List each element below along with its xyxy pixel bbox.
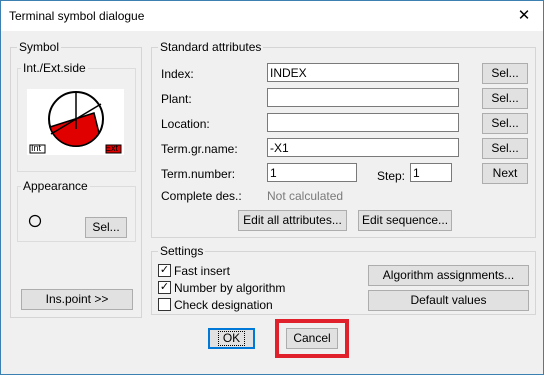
ins-point-button[interactable]: Ins.point >> <box>21 289 133 310</box>
appearance-circle-icon <box>28 214 42 228</box>
term-group-field[interactable]: -X1 <box>267 138 459 157</box>
appearance-sel-button[interactable]: Sel... <box>85 217 127 238</box>
edit-all-attributes-button[interactable]: Edit all attributes... <box>238 210 347 231</box>
side-subgroup: Int./Ext.side Int Ext <box>17 61 136 172</box>
index-sel-button[interactable]: Sel... <box>482 63 528 84</box>
standard-attributes-label: Standard attributes <box>158 40 264 54</box>
standard-attributes-group: Standard attributes Index: INDEX Sel... … <box>151 40 536 238</box>
plant-sel-button[interactable]: Sel... <box>482 88 528 109</box>
appearance-label: Appearance <box>21 179 90 193</box>
settings-group: Settings ✓ Fast insert ✓ Number by algor… <box>151 244 536 315</box>
term-group-sel-button[interactable]: Sel... <box>482 138 528 159</box>
settings-label: Settings <box>158 244 206 258</box>
symbol-group: Symbol Int./Ext.side Int Ext Appearance … <box>10 40 142 318</box>
dialog-window: Terminal symbol dialogue ✕ Symbol Int./E… <box>0 0 544 375</box>
check-designation-label: Check designation <box>174 298 273 312</box>
close-icon[interactable]: ✕ <box>511 4 537 28</box>
appearance-subgroup: Appearance Sel... <box>17 179 136 242</box>
location-label: Location: <box>161 117 210 131</box>
term-group-label: Term.gr.name: <box>161 142 238 156</box>
int-label: Int <box>31 143 42 153</box>
check-designation-checkbox[interactable] <box>158 298 171 311</box>
index-label: Index: <box>161 67 194 81</box>
default-values-button[interactable]: Default values <box>368 290 529 311</box>
next-button[interactable]: Next <box>482 163 528 184</box>
fast-insert-label: Fast insert <box>174 264 231 278</box>
algorithm-assignments-button[interactable]: Algorithm assignments... <box>368 265 529 286</box>
side-label: Int./Ext.side <box>21 61 88 75</box>
plant-field[interactable] <box>267 88 459 107</box>
number-by-algorithm-label: Number by algorithm <box>174 281 286 295</box>
term-number-field[interactable]: 1 <box>267 163 357 182</box>
step-field[interactable]: 1 <box>410 163 452 182</box>
index-field[interactable]: INDEX <box>267 63 459 82</box>
cancel-highlight-box <box>275 319 349 358</box>
window-title: Terminal symbol dialogue <box>9 9 145 23</box>
complete-des-value: Not calculated <box>267 189 344 203</box>
number-by-algorithm-checkbox[interactable]: ✓ <box>158 281 171 294</box>
fast-insert-checkbox[interactable]: ✓ <box>158 264 171 277</box>
edit-sequence-button[interactable]: Edit sequence... <box>358 210 452 231</box>
complete-des-label: Complete des.: <box>161 189 242 203</box>
plant-label: Plant: <box>161 92 192 106</box>
step-label: Step: <box>377 169 406 183</box>
term-number-label: Term.number: <box>161 167 236 181</box>
location-sel-button[interactable]: Sel... <box>482 113 528 134</box>
location-field[interactable] <box>267 113 459 132</box>
ext-label: Ext <box>105 143 119 153</box>
title-bar: Terminal symbol dialogue ✕ <box>1 1 543 31</box>
ok-button[interactable]: OK <box>208 328 255 349</box>
symbol-group-label: Symbol <box>17 40 62 54</box>
